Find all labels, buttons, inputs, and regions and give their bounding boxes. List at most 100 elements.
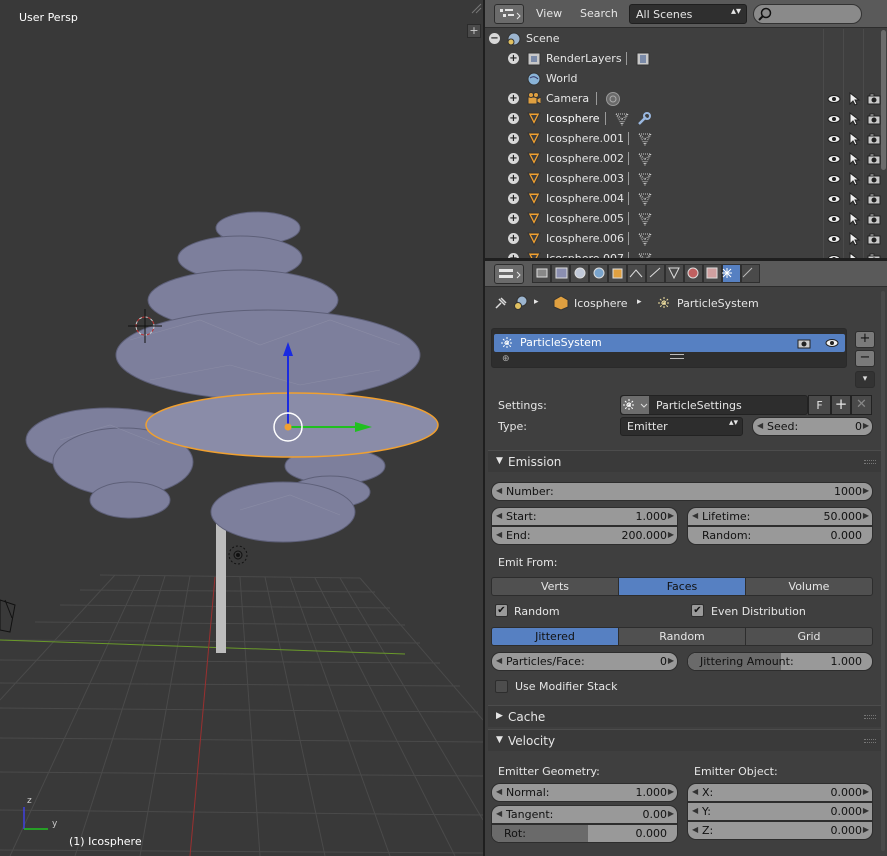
unlink-settings-button[interactable]: ✕: [851, 395, 872, 415]
outliner-row-icosphere[interactable]: + Icosphere.001: [485, 129, 887, 149]
expand-icon[interactable]: +: [508, 113, 519, 124]
display-mode-select[interactable]: All Scenes ▴▾: [629, 4, 747, 24]
editor-type-button[interactable]: [494, 4, 524, 24]
panel-drag-grip[interactable]: [864, 739, 876, 743]
expand-icon[interactable]: +: [508, 213, 519, 224]
even-distribution-checkbox[interactable]: ✔: [691, 604, 704, 617]
particle-settings-selector[interactable]: ParticleSettings: [620, 395, 808, 415]
eye-icon[interactable]: [827, 112, 841, 126]
cursor-select-icon[interactable]: [847, 132, 861, 146]
outliner-row-icosphere[interactable]: + Icosphere.002: [485, 149, 887, 169]
object-velocity-y-field[interactable]: ◀ Y: 0.000 ▶: [687, 802, 873, 821]
expand-icon[interactable]: +: [508, 233, 519, 244]
eye-icon[interactable]: [827, 192, 841, 206]
eye-icon[interactable]: [827, 152, 841, 166]
expand-icon[interactable]: +: [508, 133, 519, 144]
type-select[interactable]: Emitter ▴▾: [620, 417, 743, 436]
cursor-select-icon[interactable]: [847, 112, 861, 126]
render-camera-icon[interactable]: [867, 212, 881, 226]
lifetime-random-field[interactable]: Random: 0.000: [687, 526, 873, 545]
panel-drag-grip[interactable]: [864, 460, 876, 464]
cursor-select-icon[interactable]: [847, 172, 861, 186]
eye-icon[interactable]: [827, 172, 841, 186]
distribution-jittered[interactable]: Jittered: [491, 627, 619, 646]
list-filter-icon[interactable]: ⊕: [502, 354, 510, 364]
outliner-row-icosphere[interactable]: + Icosphere.006: [485, 229, 887, 249]
outliner-row-camera[interactable]: + Camera: [485, 89, 887, 109]
toolshelf-toggle-icon[interactable]: +: [467, 24, 481, 38]
eye-icon[interactable]: [827, 212, 841, 226]
jittering-amount-slider[interactable]: Jittering Amount: 1.000: [687, 652, 873, 671]
seed-field[interactable]: ◀ Seed: 0 ▶: [752, 417, 873, 436]
new-settings-button[interactable]: +: [831, 395, 851, 415]
emission-panel-header[interactable]: ▼ Emission: [488, 450, 884, 472]
outliner-row-scene[interactable]: − Scene: [485, 29, 887, 49]
particles-per-face-field[interactable]: ◀ Particles/Face: 0 ▶: [491, 652, 678, 671]
outliner-row-world[interactable]: World: [485, 69, 887, 89]
expand-icon[interactable]: +: [508, 193, 519, 204]
outliner-search-input[interactable]: [753, 4, 862, 24]
outliner-scrollbar[interactable]: [881, 30, 886, 170]
cursor-select-icon[interactable]: [847, 192, 861, 206]
collapse-icon[interactable]: −: [489, 33, 500, 44]
emit-from-volume[interactable]: Volume: [745, 577, 873, 596]
render-camera-icon[interactable]: [867, 172, 881, 186]
area-split-corner-icon[interactable]: [470, 2, 482, 14]
outliner-row-icosphere[interactable]: + Icosphere.004: [485, 189, 887, 209]
cursor-select-icon[interactable]: [847, 232, 861, 246]
number-field[interactable]: ◀ Number: 1000 ▶: [491, 482, 873, 501]
cursor-select-icon[interactable]: [847, 152, 861, 166]
eye-icon[interactable]: [827, 92, 841, 106]
specials-menu-button[interactable]: ▾: [855, 371, 875, 388]
random-checkbox[interactable]: ✔: [495, 604, 508, 617]
editor-type-button[interactable]: [494, 264, 524, 284]
tangent-field[interactable]: ◀ Tangent: 0.00 ▶: [491, 805, 678, 824]
distribution-grid[interactable]: Grid: [745, 627, 873, 646]
outliner-row-renderlayers[interactable]: + RenderLayers: [485, 49, 887, 69]
expand-icon[interactable]: +: [508, 173, 519, 184]
remove-particle-system-button[interactable]: −: [855, 350, 875, 367]
lifetime-field[interactable]: ◀ Lifetime: 50.000 ▶: [687, 507, 873, 526]
outliner-row-icosphere[interactable]: +Icosphere.007: [485, 249, 887, 258]
expand-icon[interactable]: +: [508, 53, 519, 64]
expand-icon[interactable]: +: [508, 153, 519, 164]
menu-view[interactable]: View: [536, 7, 562, 20]
use-modifier-stack-checkbox[interactable]: [495, 680, 508, 693]
render-camera-icon[interactable]: [867, 132, 881, 146]
normal-field[interactable]: ◀ Normal: 1.000 ▶: [491, 783, 678, 802]
properties-scrollbar[interactable]: [881, 291, 885, 851]
particle-system-list-item[interactable]: ParticleSystem: [494, 334, 845, 352]
render-camera-icon[interactable]: [867, 232, 881, 246]
render-camera-icon[interactable]: [867, 92, 881, 106]
render-camera-icon[interactable]: [867, 152, 881, 166]
outliner-row-icosphere[interactable]: + Icosphere.003: [485, 169, 887, 189]
fake-user-button[interactable]: F: [808, 395, 831, 415]
emit-from-verts[interactable]: Verts: [491, 577, 619, 596]
object-velocity-z-field[interactable]: ◀ Z: 0.000 ▶: [687, 821, 873, 840]
add-particle-system-button[interactable]: +: [855, 331, 875, 348]
eye-icon[interactable]: [825, 336, 839, 350]
distribution-random[interactable]: Random: [618, 627, 746, 646]
cache-panel-header[interactable]: ▶ Cache: [488, 705, 884, 727]
velocity-panel-header[interactable]: ▼ Velocity: [488, 729, 884, 751]
expand-icon[interactable]: +: [508, 93, 519, 104]
render-camera-icon[interactable]: [867, 112, 881, 126]
cursor-select-icon[interactable]: [847, 92, 861, 106]
particle-settings-browse-icon[interactable]: [621, 396, 649, 414]
panel-drag-grip[interactable]: [864, 715, 876, 719]
object-velocity-x-field[interactable]: ◀ X: 0.000 ▶: [687, 783, 873, 802]
end-field[interactable]: ◀ End: 200.000 ▶: [491, 526, 678, 545]
3d-viewport[interactable]: z y User Persp (1) Icosphere +: [0, 0, 483, 856]
rot-slider[interactable]: Rot: 0.000: [491, 824, 678, 843]
list-resize-grip[interactable]: [670, 354, 684, 359]
render-camera-icon[interactable]: [867, 192, 881, 206]
start-field[interactable]: ◀ Start: 1.000 ▶: [491, 507, 678, 526]
eye-icon[interactable]: [827, 132, 841, 146]
outliner-row-icosphere[interactable]: + Icosphere.005: [485, 209, 887, 229]
emit-from-faces[interactable]: Faces: [618, 577, 746, 596]
cursor-select-icon[interactable]: [847, 212, 861, 226]
eye-icon[interactable]: [827, 232, 841, 246]
pin-icon[interactable]: [494, 296, 508, 310]
menu-search[interactable]: Search: [580, 7, 618, 20]
outliner-row-icosphere[interactable]: + Icosphere: [485, 109, 887, 129]
